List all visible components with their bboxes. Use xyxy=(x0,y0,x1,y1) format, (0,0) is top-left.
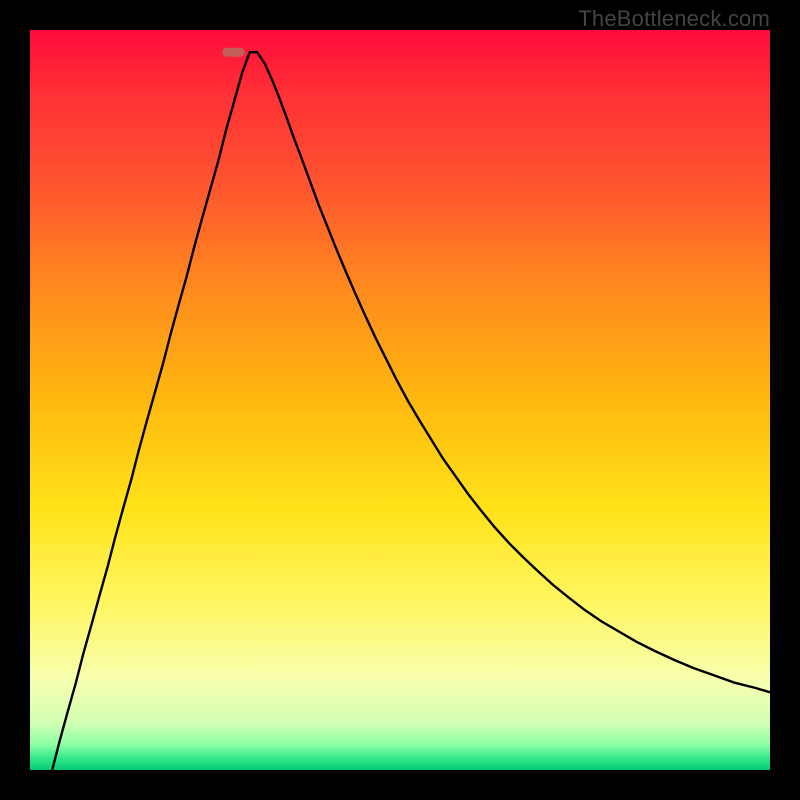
bottleneck-chart xyxy=(30,30,770,770)
chart-frame xyxy=(30,30,770,770)
minimum-marker xyxy=(223,48,245,57)
chart-background xyxy=(30,30,770,770)
watermark-text: TheBottleneck.com xyxy=(578,6,770,32)
